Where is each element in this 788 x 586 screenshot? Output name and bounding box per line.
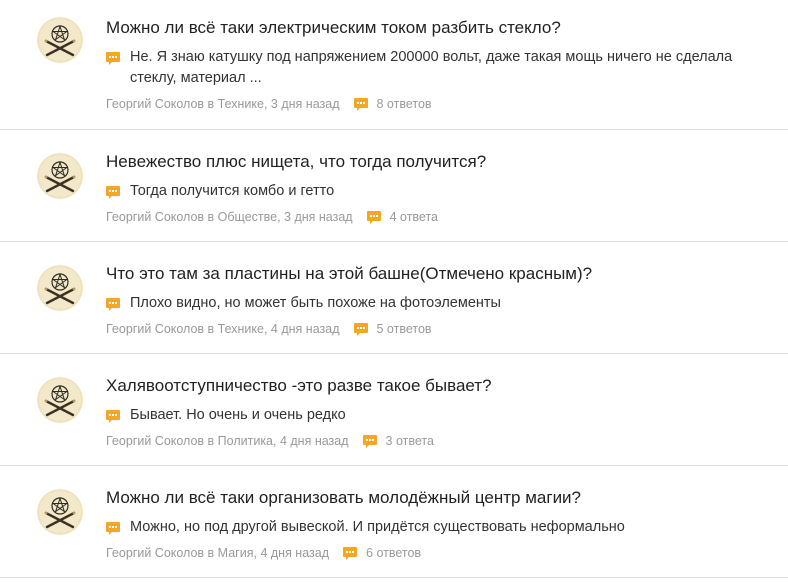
category-link[interactable]: Магия — [218, 544, 254, 562]
comments-icon — [353, 97, 368, 111]
author-link[interactable]: Георгий Соколов — [106, 544, 204, 562]
author-link[interactable]: Георгий Соколов — [106, 432, 204, 450]
best-answer-snippet[interactable]: Не. Я знаю катушку под напряжением 20000… — [106, 47, 768, 89]
author-link[interactable]: Георгий Соколов — [106, 208, 204, 226]
pentagram-wands-icon — [37, 377, 83, 423]
answer-text: Плохо видно, но может быть похоже на фот… — [130, 295, 501, 311]
question-title[interactable]: Можно ли всё таки организовать молодёжны… — [106, 487, 768, 509]
comments-icon — [362, 434, 377, 448]
question-item: Можно ли всё таки организовать молодёжны… — [0, 466, 788, 578]
answers-count: 4 ответа — [389, 210, 438, 224]
answers-count-link[interactable]: 6 ответов — [343, 544, 421, 562]
answer-bubble-icon — [106, 297, 120, 311]
answer-text: Бывает. Но очень и очень редко — [130, 407, 346, 423]
meta-in: в — [204, 322, 218, 336]
category-link[interactable]: Обществе — [218, 208, 277, 226]
question-content: Что это там за пластины на этой башне(От… — [106, 263, 768, 338]
category-link[interactable]: Политика — [218, 432, 273, 450]
answers-count: 3 ответа — [385, 434, 434, 448]
pentagram-wands-icon — [37, 489, 83, 535]
best-answer-snippet[interactable]: Плохо видно, но может быть похоже на фот… — [106, 293, 768, 314]
meta-time: , 3 дня назад — [277, 210, 353, 224]
comments-icon — [353, 322, 368, 336]
answer-text: Тогда получится комбо и гетто — [130, 183, 335, 199]
avatar[interactable] — [37, 489, 83, 535]
pentagram-wands-icon — [37, 17, 83, 63]
question-item: Можно ли всё таки электрическим током ра… — [0, 0, 788, 130]
question-title[interactable]: Халявоотступничество -это разве такое бы… — [106, 375, 768, 397]
author-link[interactable]: Георгий Соколов — [106, 320, 204, 338]
question-feed: Можно ли всё таки электрическим током ра… — [0, 0, 788, 578]
question-meta: Георгий Соколов в Магия , 4 дня назад 6 … — [106, 544, 768, 562]
meta-in: в — [204, 434, 218, 448]
question-item: Невежество плюс нищета, что тогда получи… — [0, 130, 788, 242]
comments-icon — [366, 210, 381, 224]
avatar[interactable] — [37, 153, 83, 199]
question-item: Халявоотступничество -это разве такое бы… — [0, 354, 788, 466]
answer-bubble-icon — [106, 51, 120, 65]
meta-time: , 3 дня назад — [263, 97, 340, 111]
answers-count-link[interactable]: 5 ответов — [353, 320, 432, 338]
answer-text: Можно, но под другой вывеской. И придётс… — [130, 519, 625, 535]
question-meta: Георгий Соколов в Технике , 3 дня назад … — [106, 95, 768, 113]
question-meta: Георгий Соколов в Технике , 4 дня назад … — [106, 320, 768, 338]
meta-in: в — [204, 97, 218, 111]
meta-time: , 4 дня назад — [253, 546, 330, 560]
best-answer-snippet[interactable]: Бывает. Но очень и очень редко — [106, 405, 768, 426]
meta-in: в — [204, 210, 218, 224]
question-meta: Георгий Соколов в Политика , 4 дня назад… — [106, 432, 768, 450]
avatar[interactable] — [37, 17, 83, 63]
avatar[interactable] — [37, 377, 83, 423]
question-content: Невежество плюс нищета, что тогда получи… — [106, 151, 768, 226]
question-content: Можно ли всё таки электрическим током ра… — [106, 17, 768, 113]
pentagram-wands-icon — [37, 265, 83, 311]
answer-bubble-icon — [106, 409, 120, 423]
comments-icon — [343, 546, 358, 560]
answer-bubble-icon — [106, 521, 120, 535]
category-link[interactable]: Технике — [218, 320, 264, 338]
question-content: Можно ли всё таки организовать молодёжны… — [106, 487, 768, 562]
question-title[interactable]: Невежество плюс нищета, что тогда получи… — [106, 151, 768, 173]
avatar[interactable] — [37, 265, 83, 311]
question-title[interactable]: Можно ли всё таки электрическим током ра… — [106, 17, 768, 39]
meta-in: в — [204, 546, 218, 560]
question-title[interactable]: Что это там за пластины на этой башне(От… — [106, 263, 768, 285]
question-meta: Георгий Соколов в Обществе , 3 дня назад… — [106, 208, 768, 226]
best-answer-snippet[interactable]: Тогда получится комбо и гетто — [106, 181, 768, 202]
answers-count-link[interactable]: 4 ответа — [366, 208, 438, 226]
answers-count-link[interactable]: 8 ответов — [353, 95, 432, 113]
answer-bubble-icon — [106, 185, 120, 199]
question-item: Что это там за пластины на этой башне(От… — [0, 242, 788, 354]
answers-count: 5 ответов — [376, 322, 432, 336]
answers-count-link[interactable]: 3 ответа — [362, 432, 434, 450]
pentagram-wands-icon — [37, 153, 83, 199]
answers-count: 6 ответов — [366, 546, 422, 560]
answer-text: Не. Я знаю катушку под напряжением 20000… — [130, 49, 733, 86]
meta-time: , 4 дня назад — [263, 322, 340, 336]
category-link[interactable]: Технике — [218, 95, 264, 113]
author-link[interactable]: Георгий Соколов — [106, 95, 204, 113]
best-answer-snippet[interactable]: Можно, но под другой вывеской. И придётс… — [106, 517, 768, 538]
question-content: Халявоотступничество -это разве такое бы… — [106, 375, 768, 450]
answers-count: 8 ответов — [376, 97, 432, 111]
meta-time: , 4 дня назад — [273, 434, 349, 448]
